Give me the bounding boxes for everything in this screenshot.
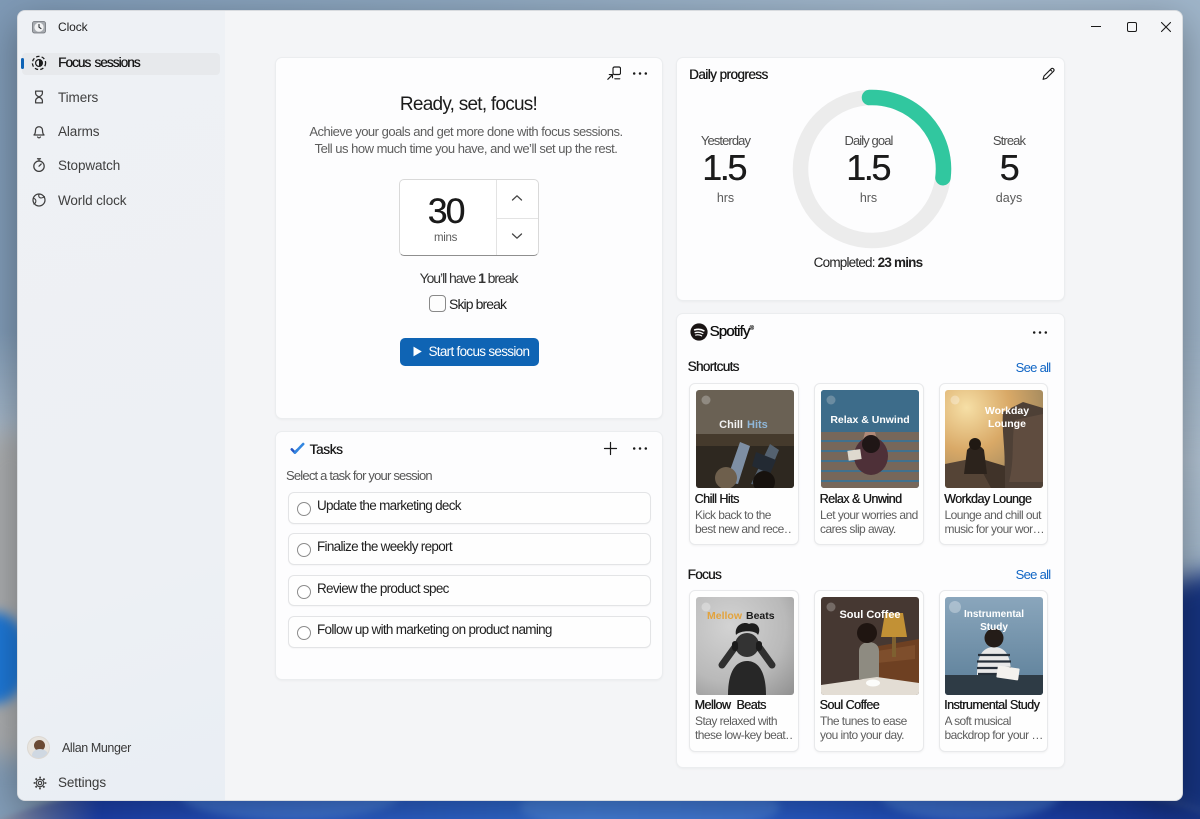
svg-text:Lounge: Lounge (988, 418, 1026, 430)
svg-text:Chill: Chill (719, 419, 743, 431)
svg-text:Instrumental: Instrumental (964, 609, 1024, 620)
svg-text:Mellow: Mellow (706, 610, 742, 622)
svg-text:Workday: Workday (985, 405, 1029, 417)
svg-text:Soul Coffee: Soul Coffee (839, 609, 900, 621)
svg-text:Study: Study (980, 622, 1008, 633)
svg-text:Beats: Beats (746, 610, 775, 622)
svg-text:Hits: Hits (747, 419, 768, 431)
svg-text:Relax & Unwind: Relax & Unwind (830, 414, 909, 426)
